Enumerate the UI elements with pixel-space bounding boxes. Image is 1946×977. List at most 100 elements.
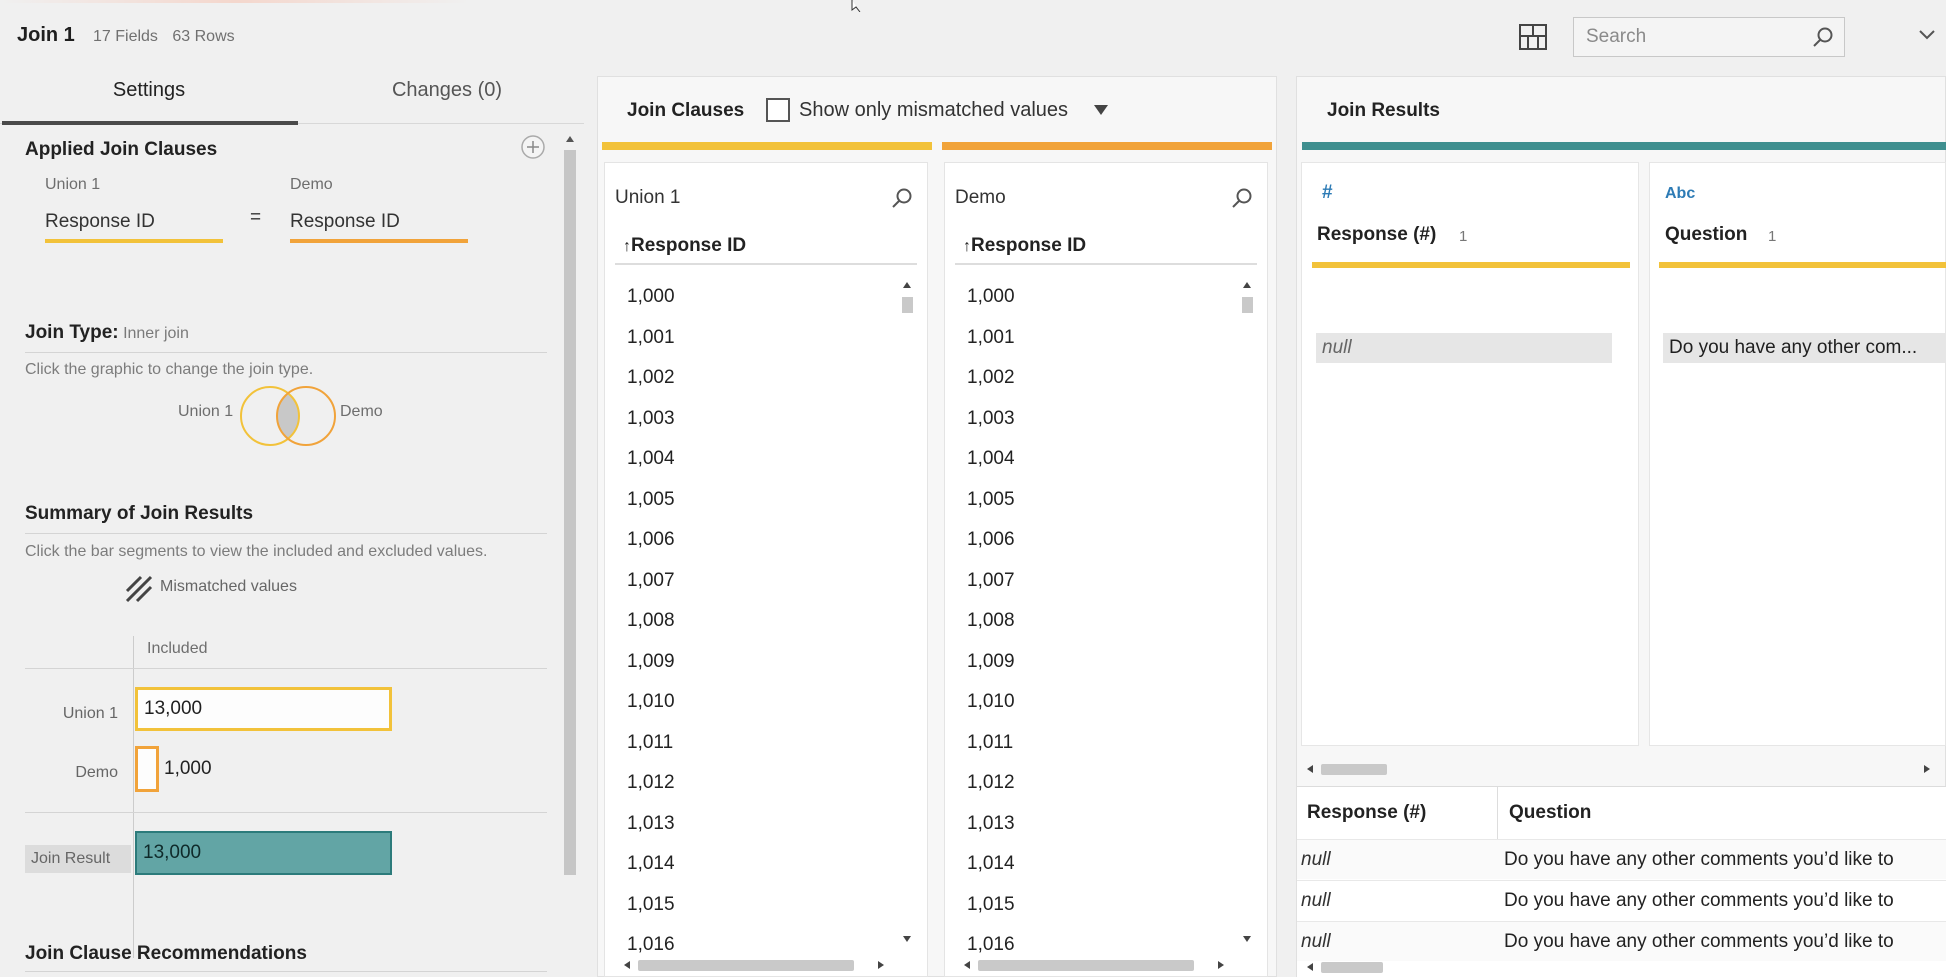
list-item[interactable]: 1,002 — [945, 358, 1015, 399]
list-item[interactable]: 1,003 — [945, 399, 1015, 440]
join-clauses-title: Join Clauses — [627, 100, 745, 121]
demo-color-bar — [942, 142, 1272, 150]
list-item[interactable]: 1,011 — [945, 723, 1015, 764]
search-input[interactable] — [1574, 18, 1794, 56]
profile-field-name: Question — [1665, 224, 1748, 245]
scroll-up-arrow-icon[interactable] — [564, 134, 576, 144]
layout-toggle-icon[interactable] — [1519, 24, 1547, 50]
join-operator[interactable]: = — [250, 207, 261, 229]
scroll-left-arrow-icon[interactable] — [962, 959, 972, 971]
results-data-grid: Response (#) Question null Do you have a… — [1297, 786, 1946, 977]
profile-card-question[interactable] — [1649, 162, 1946, 746]
list-item[interactable]: 1,010 — [945, 682, 1015, 723]
union-list-scrollbar[interactable] — [902, 297, 913, 313]
grid-header-response[interactable]: Response (#) — [1307, 787, 1426, 839]
list-item[interactable]: 1,005 — [945, 480, 1015, 521]
add-join-clause-button[interactable] — [520, 134, 546, 160]
list-item[interactable]: 1,006 — [605, 520, 675, 561]
tab-settings[interactable]: Settings — [0, 74, 298, 125]
demo-field-header[interactable]: ↑Response ID — [963, 235, 1086, 257]
list-item[interactable]: 1,003 — [605, 399, 675, 440]
show-mismatched-label: Show only mismatched values — [799, 99, 1069, 121]
list-item[interactable]: 1,014 — [945, 844, 1015, 885]
union-included-bar[interactable]: 13,000 — [135, 687, 392, 731]
grid-hscrollbar[interactable] — [1321, 962, 1383, 973]
list-item[interactable]: 1,008 — [605, 601, 675, 642]
table-row[interactable]: null Do you have any other comments you’… — [1297, 839, 1946, 879]
tab-changes[interactable]: Changes (0) — [298, 74, 596, 124]
union-list-hscrollbar[interactable] — [638, 960, 854, 971]
list-item[interactable]: 1,004 — [605, 439, 675, 480]
search-icon[interactable] — [1231, 187, 1253, 209]
list-item[interactable]: 1,007 — [605, 561, 675, 602]
union-field-header[interactable]: ↑Response ID — [623, 235, 746, 257]
scroll-right-arrow-icon[interactable] — [876, 959, 886, 971]
scroll-left-arrow-icon[interactable] — [622, 959, 632, 971]
join-result-bar[interactable]: 13,000 — [135, 831, 392, 875]
profile-card-response[interactable] — [1301, 162, 1639, 746]
list-item[interactable]: 1,005 — [605, 480, 675, 521]
list-item[interactable]: 1,006 — [945, 520, 1015, 561]
step-meta: 17 Fields 63 Rows — [93, 28, 235, 46]
scroll-right-arrow-icon[interactable] — [1922, 763, 1932, 775]
list-item[interactable]: 1,002 — [605, 358, 675, 399]
grid-cell: Do you have any other comments you’d lik… — [1504, 931, 1894, 952]
join-type-venn-diagram[interactable] — [238, 384, 338, 448]
scroll-left-arrow-icon[interactable] — [1305, 763, 1315, 775]
chevron-down-icon[interactable] — [1918, 28, 1936, 42]
list-item[interactable]: 1,000 — [945, 277, 1015, 318]
grid-header-question[interactable]: Question — [1509, 787, 1591, 839]
fields-count: 17 Fields — [93, 28, 158, 45]
list-item[interactable]: 1,015 — [605, 885, 675, 926]
list-item[interactable]: 1,014 — [605, 844, 675, 885]
demo-list-hscrollbar[interactable] — [978, 960, 1194, 971]
scroll-up-arrow-icon[interactable] — [1241, 280, 1253, 290]
list-item[interactable]: 1,007 — [945, 561, 1015, 602]
list-item[interactable]: 1,009 — [605, 642, 675, 683]
demo-source-name: Demo — [955, 187, 1006, 208]
show-mismatched-checkbox[interactable] — [766, 98, 790, 122]
settings-scrollbar[interactable] — [564, 150, 576, 875]
join-type-label: Join Type: — [25, 322, 119, 343]
profile-value-chip[interactable]: Do you have any other com... — [1663, 333, 1946, 363]
summary-row-label-result: Join Result — [25, 845, 131, 873]
left-join-field[interactable]: Response ID — [45, 211, 155, 233]
profile-hscrollbar[interactable] — [1321, 764, 1387, 775]
settings-tabs: Settings Changes (0) — [0, 74, 584, 125]
list-item[interactable]: 1,010 — [605, 682, 675, 723]
rows-count: 63 Rows — [172, 28, 235, 45]
list-item[interactable]: 1,013 — [605, 804, 675, 845]
scroll-left-arrow-icon[interactable] — [1305, 961, 1315, 973]
scroll-right-arrow-icon[interactable] — [1216, 959, 1226, 971]
scroll-down-arrow-icon[interactable] — [1241, 934, 1253, 944]
profile-field-name: Response (#) — [1317, 224, 1437, 245]
scroll-up-arrow-icon[interactable] — [901, 280, 913, 290]
list-item[interactable]: 1,013 — [945, 804, 1015, 845]
list-item[interactable]: 1,000 — [605, 277, 675, 318]
scroll-down-arrow-icon[interactable] — [901, 934, 913, 944]
table-row[interactable]: null Do you have any other comments you’… — [1297, 880, 1946, 920]
list-item[interactable]: 1,015 — [945, 885, 1015, 926]
demo-field-card: Demo ↑Response ID 1,000 1,001 1,002 1,00… — [944, 162, 1268, 977]
mismatched-dropdown-icon[interactable] — [1093, 104, 1109, 116]
summary-row-label-demo: Demo — [75, 764, 118, 781]
profile-field-count: 1 — [1459, 228, 1468, 245]
list-item[interactable]: 1,012 — [605, 763, 675, 804]
left-source-label: Union 1 — [45, 176, 101, 193]
join-results-title: Join Results — [1327, 100, 1440, 121]
list-item[interactable]: 1,004 — [945, 439, 1015, 480]
search-icon[interactable] — [891, 187, 913, 209]
list-item[interactable]: 1,009 — [945, 642, 1015, 683]
list-item[interactable]: 1,001 — [945, 318, 1015, 359]
table-row[interactable]: null Do you have any other comments you’… — [1297, 921, 1946, 961]
search-icon[interactable] — [1812, 26, 1834, 48]
profile-value-chip[interactable]: null — [1316, 333, 1612, 363]
list-item[interactable]: 1,011 — [605, 723, 675, 764]
list-item[interactable]: 1,008 — [945, 601, 1015, 642]
list-item[interactable]: 1,001 — [605, 318, 675, 359]
list-item[interactable]: 1,012 — [945, 763, 1015, 804]
demo-list-scrollbar[interactable] — [1242, 297, 1253, 313]
summary-hint: Click the bar segments to view the inclu… — [25, 543, 488, 560]
demo-included-bar[interactable] — [135, 746, 159, 792]
right-join-field[interactable]: Response ID — [290, 211, 400, 233]
